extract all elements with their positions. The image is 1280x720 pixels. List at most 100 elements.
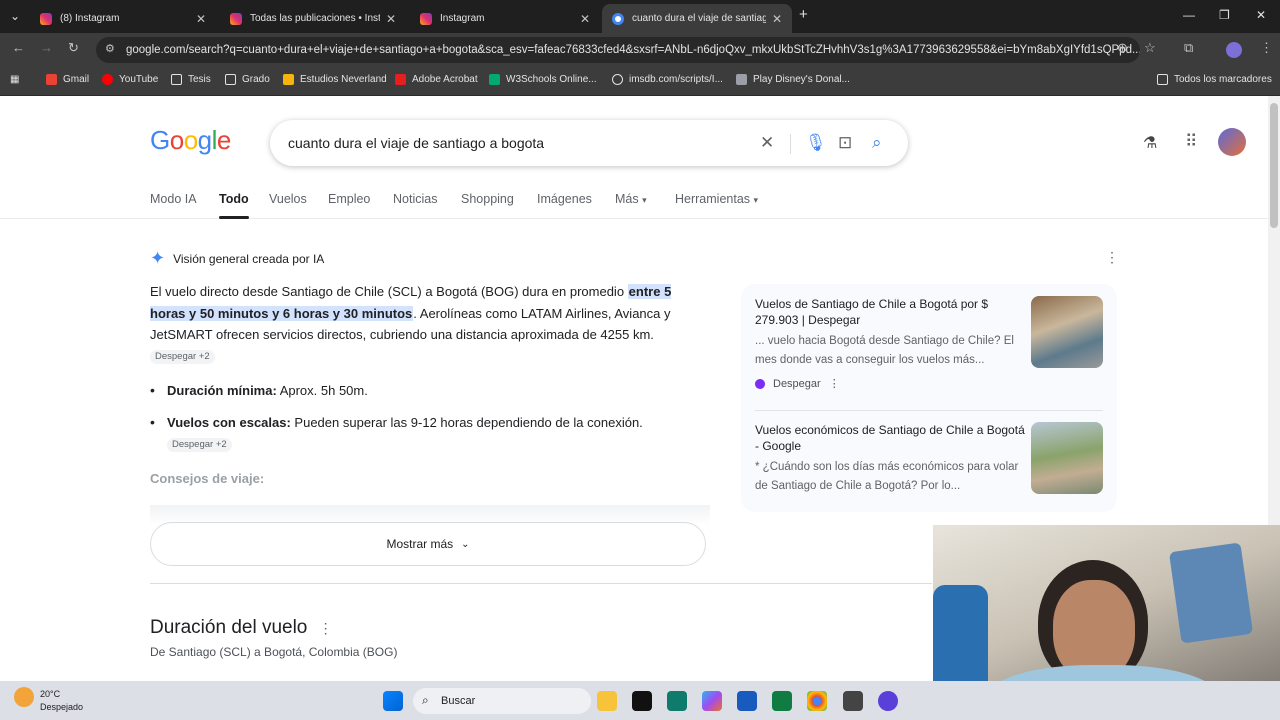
netflix-icon[interactable] [632, 691, 652, 711]
windows-start-icon[interactable] [383, 691, 403, 711]
browser-menu-icon[interactable]: ⋮ [1260, 40, 1273, 56]
bookmark-estudios-neverland[interactable]: Estudios Neverland [283, 74, 387, 85]
bookmark-label: YouTube [119, 74, 159, 85]
gmail-icon [46, 74, 57, 85]
tab-instagram-1[interactable]: (8) Instagram ✕ [30, 4, 216, 33]
source-card-despegar[interactable]: Vuelos de Santiago de Chile a Bogotá por… [755, 296, 1027, 370]
word-icon[interactable] [737, 691, 757, 711]
tab-mas-label: Más [615, 192, 639, 206]
source-snippet: ... vuelo hacia Bogotá desde Santiago de… [755, 335, 1014, 366]
chevron-down-icon: ⌄ [461, 538, 470, 550]
tab-instagram-3[interactable]: Instagram ✕ [410, 4, 600, 33]
labs-flask-icon[interactable]: ⚗ [1143, 133, 1157, 153]
bookmark-star-icon[interactable]: ☆ [1144, 40, 1156, 56]
file-explorer-icon[interactable] [597, 691, 617, 711]
store-icon[interactable] [667, 691, 687, 711]
search-box[interactable]: cuanto dura el viaje de santiago a bogot… [270, 120, 908, 166]
tab-modo-ia[interactable]: Modo IA [150, 192, 197, 206]
camera-lens-icon[interactable]: ⊡ [838, 133, 852, 153]
show-more-button[interactable]: Mostrar más ⌄ [150, 522, 706, 566]
consejos-heading: Consejos de viaje: [150, 471, 265, 486]
source-chip[interactable]: Despegar +2 [167, 437, 232, 452]
google-apps-icon[interactable]: ⠿ [1185, 132, 1197, 152]
tab-google-search[interactable]: cuanto dura el viaje de santiag ✕ [602, 4, 792, 33]
close-tab-icon[interactable]: ✕ [580, 12, 590, 26]
source-site[interactable]: Despegar [773, 378, 821, 390]
bookmark-disney[interactable]: Play Disney's Donal... [736, 74, 850, 85]
minimize-icon[interactable]: — [1183, 8, 1195, 22]
windows-taskbar: 20°C Despejado ⌕ Buscar [0, 681, 1280, 720]
bullet-duracion-minima: Duración mínima: Aprox. 5h 50m. [150, 380, 680, 401]
source-card-google[interactable]: Vuelos económicos de Santiago de Chile a… [755, 422, 1027, 496]
neverland-icon [283, 74, 294, 85]
taskbar-search[interactable]: ⌕ Buscar [413, 688, 591, 714]
weather-icon[interactable] [14, 687, 34, 707]
zoom-icon[interactable]: ⊕ [1117, 40, 1128, 56]
bookmark-tesis[interactable]: Tesis [171, 74, 211, 85]
all-bookmarks[interactable]: Todos los marcadores [1157, 74, 1272, 85]
bookmark-label: Todos los marcadores [1174, 74, 1272, 85]
site-info-icon[interactable]: ⚙ [105, 42, 115, 55]
ai-overview-title: Visión general creada por IA [173, 251, 325, 266]
microphone-icon[interactable]: 🎙 [805, 133, 827, 153]
chrome-icon[interactable] [807, 691, 827, 711]
instagram-icon [230, 12, 242, 25]
tab-todo[interactable]: Todo [219, 192, 249, 206]
divider [790, 134, 791, 154]
tab-noticias[interactable]: Noticias [393, 192, 437, 206]
source-thumbnail[interactable] [1031, 422, 1103, 494]
active-tab-underline [219, 216, 249, 219]
account-avatar[interactable] [1218, 128, 1246, 156]
profile-avatar[interactable] [1226, 42, 1242, 58]
excel-icon[interactable] [772, 691, 792, 711]
weather-condition[interactable]: Despejado [40, 702, 83, 712]
ai-sparkle-icon: ✦ [150, 248, 166, 268]
clear-search-icon[interactable]: ✕ [760, 133, 774, 153]
bookmark-w3schools[interactable]: W3Schools Online... [489, 74, 597, 85]
close-tab-icon[interactable]: ✕ [386, 12, 396, 26]
bookmarks-bar: ▦ Gmail YouTube Tesis Grado Estudios Nev… [0, 67, 1280, 96]
bookmark-grado[interactable]: Grado [225, 74, 270, 85]
bookmark-gmail[interactable]: Gmail [46, 74, 89, 85]
copilot-icon[interactable] [702, 691, 722, 711]
tab-herramientas[interactable]: Herramientas ▾ [675, 192, 758, 206]
close-window-icon[interactable]: ✕ [1256, 8, 1266, 22]
source-thumbnail[interactable] [1031, 296, 1103, 368]
bullet-label: Duración mínima: [167, 383, 277, 398]
tab-instagram-2[interactable]: Todas las publicaciones • Instag ✕ [220, 4, 406, 33]
extensions-icon[interactable]: ⧉ [1184, 40, 1193, 56]
source-chip[interactable]: Despegar +2 [150, 350, 215, 365]
forward-icon[interactable]: → [40, 40, 53, 55]
bookmark-youtube[interactable]: YouTube [102, 74, 158, 85]
app-icon[interactable] [878, 691, 898, 711]
back-icon[interactable]: ← [12, 40, 25, 55]
scrollbar-thumb[interactable] [1270, 103, 1278, 228]
ai-overview-paragraph: El vuelo directo desde Santiago de Chile… [150, 281, 680, 367]
reload-icon[interactable]: ↻ [68, 40, 79, 56]
more-options-icon[interactable]: ⋮ [1105, 249, 1119, 266]
obs-icon[interactable] [843, 691, 863, 711]
address-bar[interactable]: ⚙ google.com/search?q=cuanto+dura+el+via… [96, 37, 1140, 63]
maximize-icon[interactable]: ❐ [1219, 8, 1230, 22]
search-icon[interactable]: ⌕ [872, 133, 882, 153]
bookmark-imsdb[interactable]: imsdb.com/scripts/I... [612, 74, 723, 85]
dropdown-arrow-icon: ▾ [753, 195, 759, 205]
tab-herramientas-label: Herramientas [675, 192, 751, 206]
close-tab-icon[interactable]: ✕ [772, 12, 782, 26]
new-tab-icon[interactable]: + [799, 6, 808, 23]
source-menu-icon[interactable]: ⋮ [829, 377, 840, 390]
tab-shopping[interactable]: Shopping [461, 192, 514, 206]
tab-vuelos[interactable]: Vuelos [269, 192, 307, 206]
weather-temp[interactable]: 20°C [40, 689, 60, 699]
apps-grid-icon[interactable]: ▦ [10, 74, 19, 85]
bookmark-adobe-acrobat[interactable]: Adobe Acrobat [395, 74, 478, 85]
tab-imagenes[interactable]: Imágenes [537, 192, 592, 206]
google-logo[interactable]: Google [150, 125, 231, 156]
bullet-text: Pueden superar las 9-12 horas dependiend… [290, 415, 643, 430]
tab-mas[interactable]: Más ▾ [615, 192, 647, 206]
tab-list-chevron-icon[interactable]: ⌄ [10, 9, 20, 23]
tab-empleo[interactable]: Empleo [328, 192, 370, 206]
search-input[interactable]: cuanto dura el viaje de santiago a bogot… [288, 135, 544, 151]
close-tab-icon[interactable]: ✕ [196, 12, 206, 26]
more-options-icon[interactable]: ⋮ [319, 620, 333, 636]
